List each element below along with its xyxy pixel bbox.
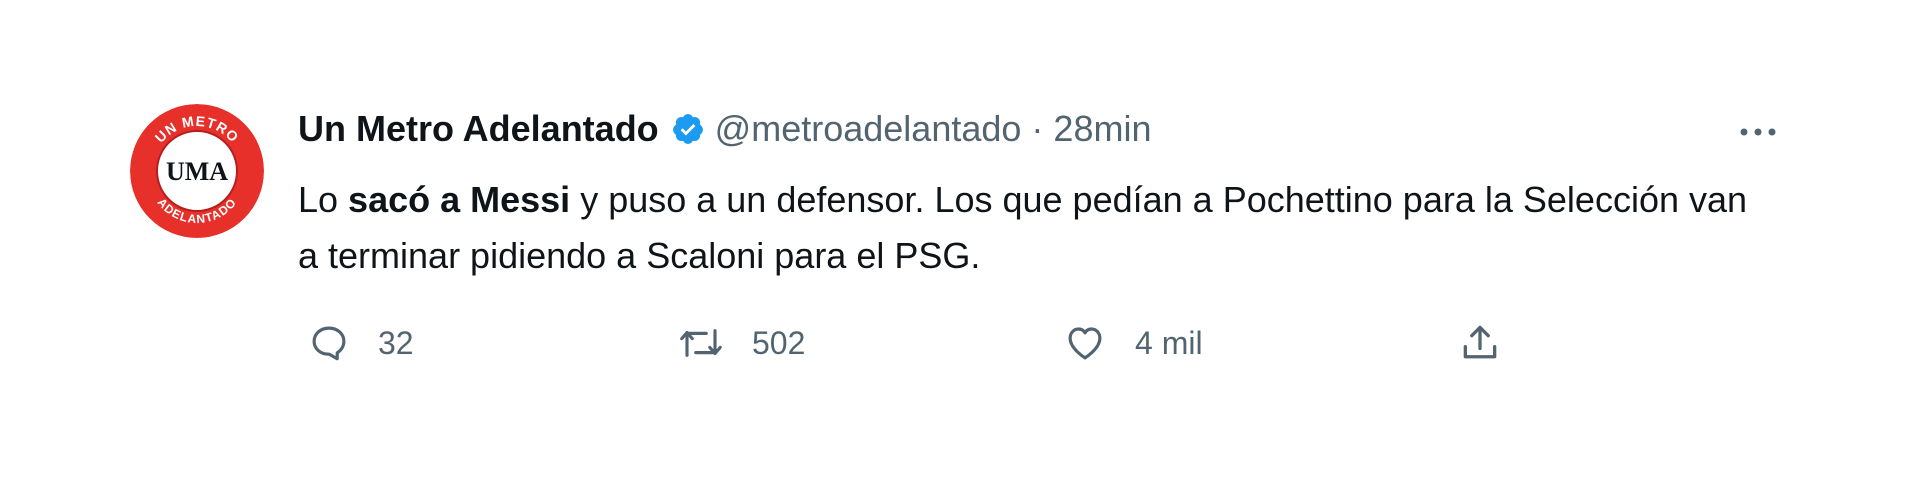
tweet-header: Un Metro Adelantado @metroadelantado · 2… [298,104,1151,154]
tweet-card[interactable]: UN METRO ADELANTADO UMA Un Metro Adelant… [108,92,1808,392]
more-dots-icon [1740,128,1776,136]
share-icon [1463,325,1497,359]
tweet-timestamp[interactable]: 28min [1053,108,1151,150]
separator-dot: · [1031,108,1044,149]
tweet-text: Lo sacó a Messi y puso a un defensor. Lo… [298,172,1758,284]
like-count: 4 mil [1135,324,1203,361]
avatar-logo: UN METRO ADELANTADO UMA [130,104,264,238]
tweet-actions: 32 502 4 mil [298,318,1598,368]
retweet-button[interactable]: 502 [678,318,805,368]
avatar-initials: UMA [166,157,228,186]
like-button[interactable]: 4 mil [1063,318,1203,368]
author-handle[interactable]: @metroadelantado [715,108,1022,150]
tweet-text-part-1: Lo [298,179,349,220]
author-name[interactable]: Un Metro Adelantado [298,108,659,150]
retweet-icon [680,329,722,357]
reply-count: 32 [378,324,414,361]
reply-icon [312,326,346,361]
more-options-button[interactable] [1728,112,1788,152]
heart-icon [1068,327,1102,360]
retweet-count: 502 [752,324,806,361]
tweet-text-bold: sacó a Messi [348,179,571,220]
share-button[interactable] [1458,318,1502,368]
verified-badge-icon [671,112,705,146]
reply-button[interactable]: 32 [308,318,414,368]
avatar[interactable]: UN METRO ADELANTADO UMA [130,104,264,238]
